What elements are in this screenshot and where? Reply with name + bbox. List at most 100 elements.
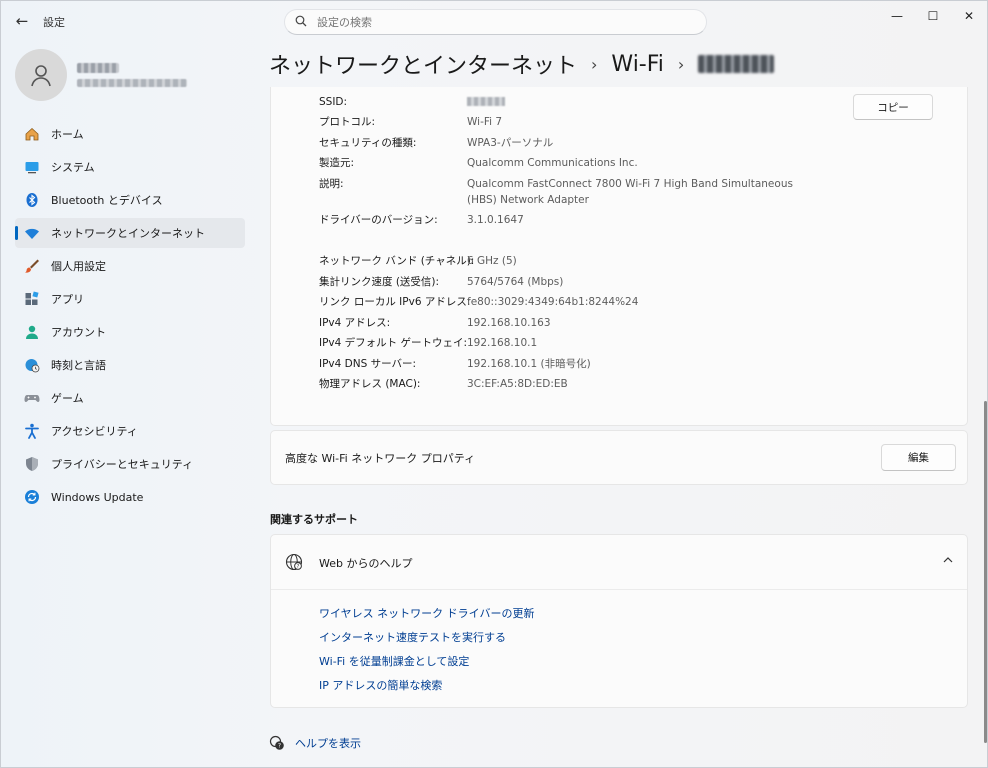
help-link-speed-test[interactable]: インターネット速度テストを実行する — [319, 629, 506, 645]
breadcrumb-wifi[interactable]: Wi-Fi — [611, 52, 664, 77]
svg-text:?: ? — [297, 564, 300, 570]
property-value: 192.168.10.163 — [467, 317, 551, 329]
advanced-properties-card: 高度な Wi-Fi ネットワーク プロパティ 編集 — [270, 430, 968, 485]
property-value-redacted — [467, 94, 827, 111]
sidebar-item-label: プライバシーとセキュリティ — [51, 458, 194, 471]
chevron-up-icon[interactable] — [941, 553, 955, 567]
sidebar-item-label: アカウント — [51, 326, 106, 339]
back-button[interactable]: ← — [9, 9, 35, 33]
sidebar-item-gaming[interactable]: ゲーム — [15, 383, 245, 413]
chevron-right-icon: › — [591, 54, 598, 74]
sidebar-item-privacy[interactable]: プライバシーとセキュリティ — [15, 449, 245, 479]
property-label: SSID: — [319, 96, 348, 108]
back-arrow-icon: ← — [15, 12, 29, 30]
help-link-ip-lookup[interactable]: IP アドレスの簡単な検索 — [319, 677, 442, 693]
property-label: 製造元: — [319, 157, 355, 169]
sidebar-item-label: ネットワークとインターネット — [51, 227, 205, 240]
user-profile[interactable] — [15, 49, 245, 101]
property-label: 説明: — [319, 178, 344, 190]
close-button[interactable]: ✕ — [951, 1, 987, 31]
sidebar-item-home[interactable]: ホーム — [15, 119, 245, 149]
sidebar-item-network[interactable]: ネットワークとインターネット — [15, 218, 245, 248]
profile-name-redacted — [77, 63, 119, 73]
help-link-driver-update[interactable]: ワイヤレス ネットワーク ドライバーの更新 — [319, 605, 534, 621]
person-icon — [31, 65, 51, 87]
settings-window: ← 設定 — ☐ ✕ ホーム システム — [0, 0, 988, 768]
update-icon — [23, 488, 41, 506]
gamepad-icon — [23, 389, 41, 407]
sidebar-item-system[interactable]: システム — [15, 152, 245, 182]
bluetooth-icon — [23, 191, 41, 209]
property-value: 6 GHz (5) — [467, 255, 517, 267]
svg-text:?: ? — [278, 743, 281, 750]
sidebar-item-label: アクセシビリティ — [51, 425, 138, 438]
wifi-properties-card: コピー SSID: プロトコル: Wi-Fi 7 セキュリティの種類: WPA3… — [270, 87, 968, 426]
sidebar-item-time-language[interactable]: 時刻と言語 — [15, 350, 245, 380]
wifi-icon — [23, 224, 41, 242]
breadcrumb-ssid-redacted — [698, 55, 775, 73]
minimize-button[interactable]: — — [879, 1, 915, 31]
sidebar-item-label: Windows Update — [51, 490, 144, 504]
sidebar-item-label: 時刻と言語 — [51, 359, 106, 372]
sidebar-item-label: ホーム — [51, 128, 84, 141]
sidebar-item-accessibility[interactable]: アクセシビリティ — [15, 416, 245, 446]
help-chat-icon: ? — [269, 735, 284, 750]
sidebar-item-label: ゲーム — [51, 392, 84, 405]
globe-icon: ? — [285, 553, 303, 570]
sidebar-item-windows-update[interactable]: Windows Update — [15, 482, 245, 512]
sidebar-item-personalization[interactable]: 個人用設定 — [15, 251, 245, 281]
search-icon — [295, 15, 307, 30]
maximize-icon: ☐ — [927, 9, 939, 23]
search-input[interactable] — [317, 15, 677, 29]
breadcrumb-network[interactable]: ネットワークとインターネット — [269, 48, 577, 80]
chevron-right-icon: › — [677, 54, 685, 74]
sidebar-item-label: アプリ — [51, 293, 84, 306]
get-help-link[interactable]: ? ヘルプを表示 — [269, 735, 361, 751]
globe-clock-icon — [23, 356, 41, 374]
property-label: ドライバーのバージョン: — [319, 214, 438, 226]
person-icon — [23, 323, 41, 341]
property-value: Wi-Fi 7 — [467, 116, 503, 128]
scrollbar-thumb[interactable] — [984, 401, 987, 743]
property-label: セキュリティの種類: — [319, 137, 417, 149]
breadcrumb: ネットワークとインターネット › Wi-Fi › — [269, 47, 775, 81]
avatar — [15, 49, 67, 101]
property-value: 3.1.0.1647 — [467, 214, 524, 226]
related-support-title: 関連するサポート — [270, 513, 358, 526]
shield-icon — [23, 455, 41, 473]
property-value: fe80::3029:4349:64b1:8244%24 — [467, 296, 639, 308]
property-value: 192.168.10.1 — [467, 337, 538, 349]
home-icon — [23, 125, 41, 143]
profile-email-redacted — [77, 79, 187, 87]
maximize-button[interactable]: ☐ — [915, 1, 951, 31]
property-label: ネットワーク バンド (チャネル): — [319, 255, 475, 267]
brush-icon — [23, 257, 41, 275]
system-icon — [23, 158, 41, 176]
help-from-web-card: ? Web からのヘルプ ワイヤレス ネットワーク ドライバーの更新 インターネ… — [270, 534, 968, 708]
help-header-label: Web からのヘルプ — [319, 557, 413, 570]
help-link-metered[interactable]: Wi-Fi を従量制課金として設定 — [319, 653, 469, 669]
property-label: IPv4 アドレス: — [319, 317, 391, 329]
sidebar-item-accounts[interactable]: アカウント — [15, 317, 245, 347]
property-value: Qualcomm FastConnect 7800 Wi-Fi 7 High B… — [467, 178, 793, 206]
sidebar-item-label: システム — [51, 161, 95, 174]
property-value: 192.168.10.1 (非暗号化) — [467, 358, 591, 370]
property-label: IPv4 DNS サーバー: — [319, 358, 417, 370]
property-value: Qualcomm Communications Inc. — [467, 157, 638, 169]
sidebar-item-label: 個人用設定 — [51, 260, 106, 273]
sidebar-item-apps[interactable]: アプリ — [15, 284, 245, 314]
property-value: 5764/5764 (Mbps) — [467, 276, 564, 288]
accessibility-icon — [23, 422, 41, 440]
property-label: プロトコル: — [319, 116, 376, 128]
minimize-icon: — — [891, 9, 903, 23]
sidebar-item-bluetooth[interactable]: Bluetooth とデバイス — [15, 185, 245, 215]
property-value: WPA3-パーソナル — [467, 137, 554, 149]
app-title: 設定 — [43, 16, 65, 29]
edit-button[interactable]: 編集 — [881, 444, 956, 471]
property-label: 物理アドレス (MAC): — [319, 378, 421, 390]
copy-button[interactable]: コピー — [853, 94, 933, 120]
search-box[interactable] — [284, 9, 707, 35]
apps-icon — [23, 290, 41, 308]
property-label: 集計リンク速度 (送受信): — [319, 276, 440, 288]
help-expander-header[interactable]: ? Web からのヘルプ — [271, 535, 967, 590]
